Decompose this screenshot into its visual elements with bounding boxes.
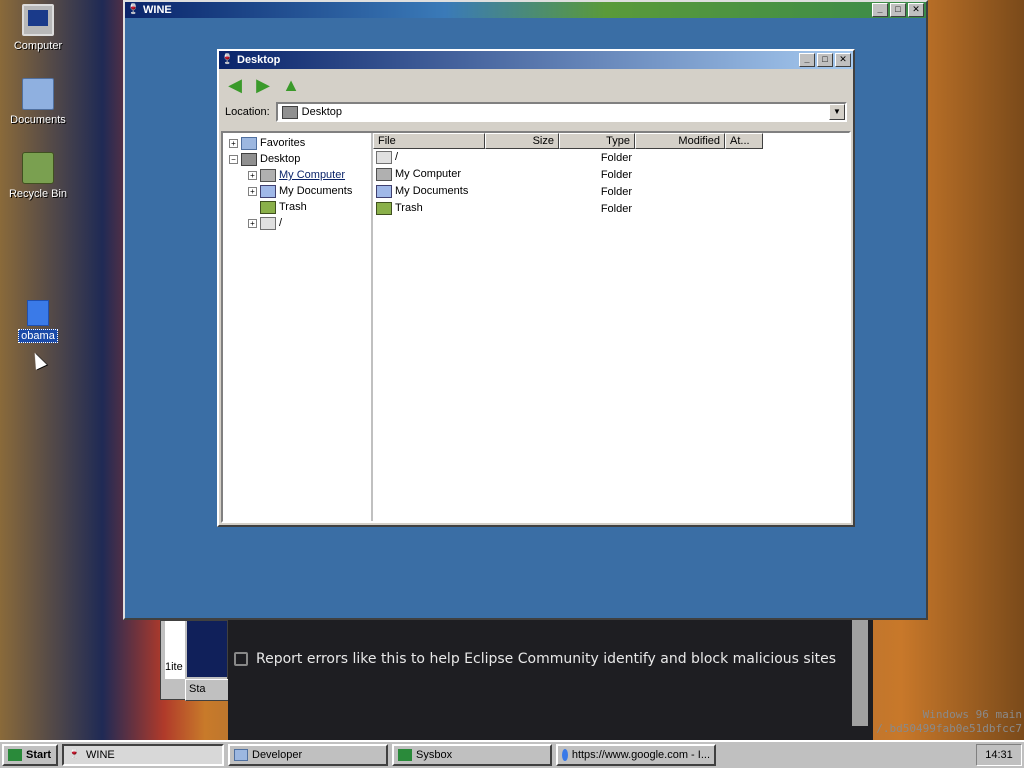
column-header-type[interactable]: Type [559,133,635,149]
desktop-icon-label: Computer [13,40,63,52]
taskbar-item-developer[interactable]: Developer [228,744,388,766]
desktop-icon-computer[interactable]: Computer [3,4,73,52]
start-button[interactable]: Start [2,744,58,766]
chevron-down-icon[interactable]: ▼ [829,104,845,120]
forward-arrow-icon[interactable]: ▶ [253,75,273,95]
desktop-icon [241,152,257,166]
expand-icon[interactable]: + [248,170,257,180]
computer-icon [260,168,276,182]
file-list: File Size Type Modified At... / Folder M… [373,133,849,521]
wine-window[interactable]: 🍷 WINE _ □ ✕ 🍷 Desktop _ □ ✕ ◀ ▶ ▲ Locat… [123,0,928,620]
file-row[interactable]: My Computer Folder [373,166,849,183]
file-row[interactable]: / Folder [373,149,849,166]
document-icon [27,300,49,326]
location-label: Location: [225,106,270,118]
tree-item-root[interactable]: + / [223,215,371,231]
desktop-icon-recycle-bin[interactable]: Recycle Bin [3,152,73,200]
expand-icon[interactable]: + [248,186,257,196]
documents-icon [260,184,276,198]
background-window-fragment: 1ite Sta [160,620,229,701]
back-arrow-icon[interactable]: ◀ [225,75,245,95]
tree-item-my-documents[interactable]: + My Documents [223,183,371,199]
column-header-file[interactable]: File [373,133,485,149]
tree-item-trash[interactable]: Trash [223,199,371,215]
mouse-cursor-icon [29,350,47,370]
trash-icon [376,202,392,215]
sysbox-icon [398,749,412,761]
globe-icon [562,749,568,761]
folder-tree: + Favorites − Desktop + My Computer + My… [223,133,373,521]
computer-icon [22,4,54,36]
location-value: Desktop [301,106,343,118]
report-errors-text: Report errors like this to help Eclipse … [256,651,836,667]
location-combobox[interactable]: Desktop ▼ [275,102,847,122]
taskbar-item-sysbox[interactable]: Sysbox [392,744,552,766]
explorer-toolbar: ◀ ▶ ▲ [219,69,853,101]
background-browser-content: Report errors like this to help Eclipse … [228,620,873,740]
explorer-title: Desktop [237,54,281,66]
close-button[interactable]: ✕ [908,3,924,17]
desktop-icon-documents[interactable]: Documents [3,78,73,126]
computer-icon [376,168,392,181]
trash-icon [260,200,276,214]
background-scrollbar[interactable] [852,620,868,726]
minimize-button[interactable]: _ [872,3,888,17]
location-bar: Location: Desktop ▼ [219,101,853,123]
drive-icon [260,216,276,230]
watermark: Windows 96 main /.bd50499fab0e51dbfcc7 [876,708,1022,735]
file-row[interactable]: Trash Folder [373,200,849,217]
explorer-close-button[interactable]: ✕ [835,53,851,67]
tree-item-my-computer[interactable]: + My Computer [223,167,371,183]
desktop-icon-label: obama [18,329,58,343]
file-list-header: File Size Type Modified At... [373,133,849,149]
drive-icon [376,151,392,164]
file-row[interactable]: My Documents Folder [373,183,849,200]
explorer-panes: + Favorites − Desktop + My Computer + My… [221,131,851,523]
wine-title: WINE [143,4,172,16]
folder-icon [234,749,248,761]
tree-item-favorites[interactable]: + Favorites [223,135,371,151]
desktop-icon-label: Recycle Bin [8,188,68,200]
explorer-window[interactable]: 🍷 Desktop _ □ ✕ ◀ ▶ ▲ Location: Desktop … [217,49,855,527]
fragment-text: 1ite [165,661,183,673]
tree-item-desktop[interactable]: − Desktop [223,151,371,167]
wine-glass-icon: 🍷 [221,54,234,65]
taskbar-clock: 14:31 [976,744,1022,766]
wine-icon: 🍷 [68,749,81,760]
explorer-maximize-button[interactable]: □ [817,53,833,67]
wine-glass-icon: 🍷 [127,4,140,15]
explorer-minimize-button[interactable]: _ [799,53,815,67]
wine-titlebar[interactable]: 🍷 WINE _ □ ✕ [125,2,926,18]
collapse-icon[interactable]: − [229,154,238,164]
desktop-icon-obama[interactable]: obama [3,300,73,343]
taskbar-item-wine[interactable]: 🍷 WINE [62,744,224,766]
taskbar-item-browser[interactable]: https://www.google.com - I... [556,744,716,766]
start-logo-icon [8,749,22,761]
explorer-titlebar[interactable]: 🍷 Desktop _ □ ✕ [219,51,853,69]
desktop-icon [281,105,298,119]
up-arrow-icon[interactable]: ▲ [281,75,301,95]
folder-icon [241,136,257,150]
column-header-size[interactable]: Size [485,133,559,149]
folder-icon [22,78,54,110]
desktop-icon-label: Documents [10,114,66,126]
report-errors-checkbox[interactable] [234,652,248,666]
expand-icon[interactable]: + [229,138,238,148]
column-header-attributes[interactable]: At... [725,133,763,149]
recycle-bin-icon [22,152,54,184]
taskbar: Start 🍷 WINE Developer Sysbox https://ww… [0,740,1024,768]
expand-icon[interactable]: + [248,218,257,228]
fragment-start-button[interactable]: Sta [185,679,229,701]
documents-icon [376,185,392,198]
maximize-button[interactable]: □ [890,3,906,17]
column-header-modified[interactable]: Modified [635,133,725,149]
wine-client-area: 🍷 Desktop _ □ ✕ ◀ ▶ ▲ Location: Desktop … [125,18,926,618]
